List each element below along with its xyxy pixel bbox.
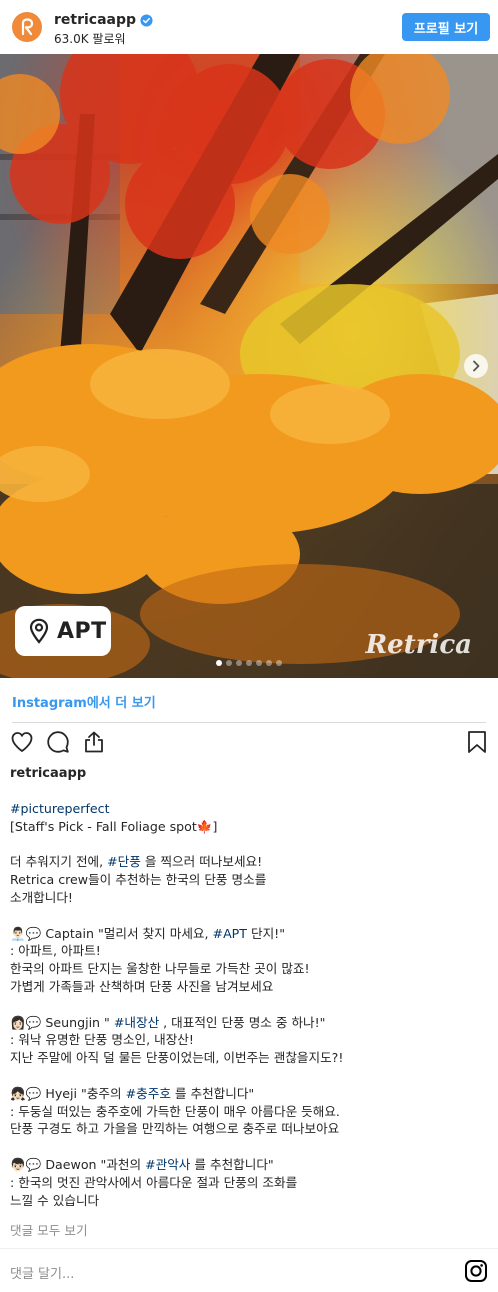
caption-text: 👨🏻‍💼💬 Captain "멀리서 찾지 마세요,: [10, 925, 213, 941]
caption-text: 👧🏻💬 Hyeji "충주의: [10, 1085, 126, 1101]
retrica-logo-icon: [21, 18, 34, 36]
caption-text: 을 찍으러 떠나보세요!: [140, 854, 263, 870]
caption-text: 단풍 구경도 하고 가을을 만끽하는 여행으로 충주로 떠나보아요: [10, 1121, 340, 1137]
caption-text: 가볍게 가족들과 산책하며 단풍 사진을 남겨보세요: [10, 978, 274, 994]
caption-paragraph: 👦🏻💬 Daewon "과천의 #관악사 를 추천합니다": 한국의 멋진 관악…: [10, 1156, 490, 1209]
caption-line: 단풍 구경도 하고 가을을 만끽하는 여행으로 충주로 떠나보아요: [10, 1120, 490, 1138]
username[interactable]: retricaapp: [54, 12, 136, 28]
chevron-right-icon: [473, 360, 480, 372]
caption-text: 를 추천합니다": [170, 1085, 255, 1101]
caption-line: : 아파트, 아파트!: [10, 942, 490, 960]
caption-line: 한국의 아파트 단지는 울창한 나무들로 가득찬 곳이 많죠!: [10, 960, 490, 978]
post-header: retricaapp 63.0K 팔로워 프로필 보기: [0, 0, 498, 54]
caption-line: 👦🏻💬 Daewon "과천의 #관악사 를 추천합니다": [10, 1156, 490, 1174]
verified-badge-icon: [140, 13, 153, 27]
carousel-indicator: [0, 660, 498, 666]
share-icon[interactable]: [82, 730, 106, 754]
caption-paragraph: #pictureperfect [Staff's Pick - Fall Foli…: [10, 800, 490, 836]
avatar[interactable]: [12, 12, 42, 42]
bookmark-icon[interactable]: [466, 730, 488, 754]
post-caption: #pictureperfect [Staff's Pick - Fall Foli…: [10, 800, 490, 1227]
caption-line: 👧🏻💬 Hyeji "충주의 #충주호 를 추천합니다": [10, 1085, 490, 1103]
caption-text: 👩🏻💬 Seungjin ": [10, 1014, 114, 1030]
carousel-dot: [276, 660, 282, 666]
hashtag-link[interactable]: #APT: [213, 926, 247, 941]
location-sticker: APT: [15, 606, 111, 656]
caption-line: [Staff's Pick - Fall Foliage spot🍁]: [10, 818, 490, 836]
carousel-dot: [246, 660, 252, 666]
caption-line: 더 추워지기 전에, #단풍 을 찍으러 떠나보세요!: [10, 853, 490, 871]
hashtag-link[interactable]: #단풍: [107, 854, 141, 869]
caption-username[interactable]: retricaapp: [10, 766, 86, 781]
carousel-next-button[interactable]: [464, 354, 488, 378]
divider: [12, 722, 486, 723]
caption-text: 👦🏻💬 Daewon "과천의: [10, 1156, 146, 1172]
retrica-watermark: Retrica: [365, 630, 472, 660]
caption-text: 한국의 아파트 단지는 울창한 나무들로 가득찬 곳이 많죠!: [10, 961, 310, 977]
carousel-dot: [216, 660, 222, 666]
like-heart-icon[interactable]: [10, 730, 34, 754]
caption-text: : 두둥실 떠있는 충주호에 가득한 단풍이 매우 아름다운 듯해요.: [10, 1103, 340, 1119]
caption-text: 지난 주말에 아직 덜 물든 단풍이었는데, 이번주는 괜찮을지도?!: [10, 1050, 344, 1066]
caption-text: : 아파트, 아파트!: [10, 943, 101, 959]
instagram-logo-icon[interactable]: [464, 1259, 488, 1283]
action-bar: [10, 730, 488, 758]
caption-text: 소개합니다!: [10, 889, 73, 905]
comment-input[interactable]: 댓글 달기...: [10, 1263, 74, 1282]
caption-text: : 한국의 멋진 관악사에서 아름다운 절과 단풍의 조화를: [10, 1174, 298, 1190]
location-pin-icon: [29, 618, 49, 644]
follower-count: 63.0K 팔로워: [54, 32, 126, 46]
carousel-dot: [266, 660, 272, 666]
caption-line: #pictureperfect: [10, 800, 490, 818]
caption-line: 지난 주말에 아직 덜 물든 단풍이었는데, 이번주는 괜찮을지도?!: [10, 1049, 490, 1067]
caption-text: [Staff's Pick - Fall Foliage spot🍁]: [10, 818, 218, 834]
caption-text: 단지!": [246, 925, 286, 941]
caption-paragraph: 더 추워지기 전에, #단풍 을 찍으러 떠나보세요! Retrica crew들…: [10, 853, 490, 906]
caption-text: 느낄 수 있습니다: [10, 1192, 100, 1208]
view-more-on-instagram-link[interactable]: Instagram에서 더 보기: [12, 692, 156, 711]
location-label: APT: [57, 618, 107, 644]
hashtag-link[interactable]: #관악사: [145, 1157, 190, 1172]
caption-paragraph: 👩🏻💬 Seungjin " #내장산 , 대표적인 단풍 명소 중 하나!":…: [10, 1014, 490, 1067]
post-photo[interactable]: APT Retrica: [0, 54, 498, 678]
caption-line: 👨🏻‍💼💬 Captain "멀리서 찾지 마세요, #APT 단지!": [10, 925, 490, 943]
username-row[interactable]: retricaapp: [54, 12, 153, 28]
caption-text: : 워낙 유명한 단풍 명소인, 내장산!: [10, 1032, 194, 1048]
autumn-maple-photo: [0, 54, 498, 678]
caption-paragraph: 👨🏻‍💼💬 Captain "멀리서 찾지 마세요, #APT 단지!": 아파…: [10, 925, 490, 996]
carousel-dot: [256, 660, 262, 666]
caption-line: : 한국의 멋진 관악사에서 아름다운 절과 단풍의 조화를: [10, 1174, 490, 1192]
view-profile-button[interactable]: 프로필 보기: [402, 13, 490, 41]
caption-text: 더 추워지기 전에,: [10, 854, 108, 870]
caption-line: : 두둥실 떠있는 충주호에 가득한 단풍이 매우 아름다운 듯해요.: [10, 1103, 490, 1121]
hashtag-link[interactable]: #내장산: [114, 1015, 159, 1030]
caption-line: 느낄 수 있습니다: [10, 1192, 490, 1210]
carousel-dot: [226, 660, 232, 666]
caption-paragraph: 👧🏻💬 Hyeji "충주의 #충주호 를 추천합니다": 두둥실 떠있는 충주…: [10, 1085, 490, 1138]
caption-line: 👩🏻💬 Seungjin " #내장산 , 대표적인 단풍 명소 중 하나!": [10, 1014, 490, 1032]
view-all-comments-link[interactable]: 댓글 모두 보기: [10, 1220, 88, 1239]
comment-icon[interactable]: [46, 730, 70, 754]
caption-line: Retrica crew들이 추천하는 한국의 단풍 명소를: [10, 871, 490, 889]
caption-line: : 워낙 유명한 단풍 명소인, 내장산!: [10, 1031, 490, 1049]
caption-line: 가볍게 가족들과 산책하며 단풍 사진을 남겨보세요: [10, 978, 490, 996]
hashtag-link[interactable]: #pictureperfect: [10, 801, 110, 816]
caption-line: 소개합니다!: [10, 889, 490, 907]
caption-text: , 대표적인 단풍 명소 중 하나!": [159, 1014, 326, 1030]
caption-text: Retrica crew들이 추천하는 한국의 단풍 명소를: [10, 872, 267, 888]
carousel-dot: [236, 660, 242, 666]
hashtag-link[interactable]: #충주호: [126, 1086, 171, 1101]
comment-bar: 댓글 달기...: [0, 1248, 498, 1292]
caption-text: 를 추천합니다": [190, 1156, 274, 1172]
